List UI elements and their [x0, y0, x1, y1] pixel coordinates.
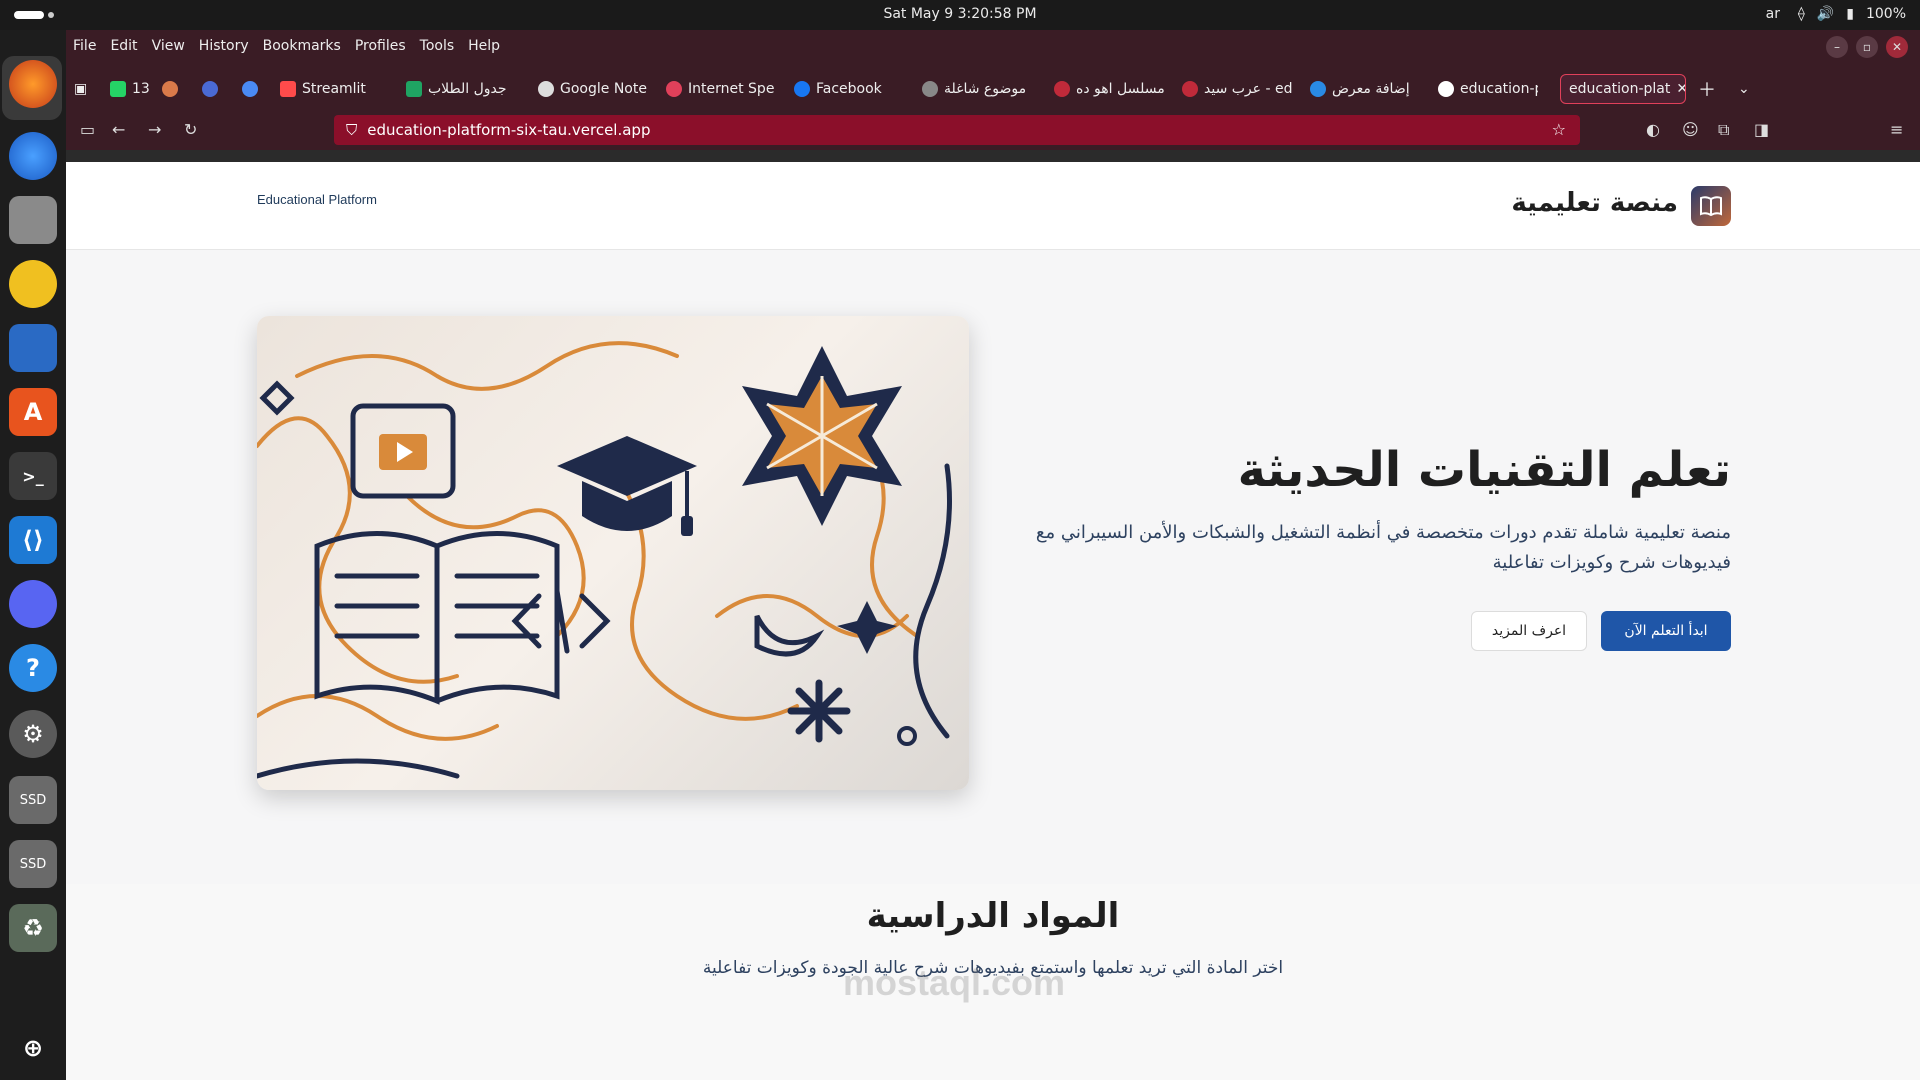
- close-window-button[interactable]: ✕: [1886, 36, 1908, 58]
- settings-icon[interactable]: ⚙: [9, 710, 57, 758]
- hero-description: منصة تعليمية شاملة تقدم دورات متخصصة في …: [1035, 522, 1731, 573]
- notebook-icon: [538, 81, 554, 97]
- tab-badge: 13: [132, 81, 150, 97]
- menu-help[interactable]: Help: [468, 38, 500, 54]
- hero-illustration: [257, 316, 969, 790]
- dock: A >_ ⟨⟩ ? ⚙ SSD SSD ♻ ⊕: [0, 30, 66, 1080]
- menu-edit[interactable]: Edit: [110, 38, 137, 54]
- extensions-icon[interactable]: ⧉: [1718, 120, 1729, 140]
- url-bar[interactable]: ⛉ education-platform-six-tau.vercel.app …: [334, 115, 1580, 145]
- sidebar-toggle-icon[interactable]: ▭: [80, 120, 95, 139]
- hamburger-menu-icon[interactable]: ≡: [1890, 120, 1903, 139]
- system-top-bar: Sat May 9 3:20:58 PM ar ⟠ 🔊 ▮ 100%: [0, 0, 1920, 30]
- bookmark-star-icon[interactable]: ☆: [1552, 120, 1566, 139]
- firefox-icon[interactable]: [9, 60, 57, 108]
- vercel-icon: [1438, 81, 1454, 97]
- maximize-button[interactable]: ▫: [1856, 36, 1878, 58]
- show-apps-icon[interactable]: ⊕: [9, 1024, 57, 1072]
- watermark: mostaql.com: [843, 962, 1066, 1003]
- forward-icon[interactable]: →: [148, 120, 161, 139]
- speed-icon: [666, 81, 682, 97]
- tab-streamlit[interactable]: Streamlit: [280, 74, 376, 104]
- menu-history[interactable]: History: [199, 38, 249, 54]
- learn-more-button[interactable]: اعرف المزيد: [1471, 611, 1587, 651]
- tab-whatsapp[interactable]: 13: [110, 74, 150, 104]
- sheets-icon: [406, 81, 422, 97]
- tab-chatgpt[interactable]: موضوع شاغلة: [922, 74, 1042, 104]
- web-page: Educational Platform منصة تعليمية تعلم ا…: [66, 162, 1920, 1080]
- tab-gemini[interactable]: [242, 74, 258, 104]
- reload-icon[interactable]: ↻: [184, 120, 197, 139]
- help-icon[interactable]: ?: [9, 644, 57, 692]
- url-text: education-platform-six-tau.vercel.app: [367, 121, 651, 139]
- battery-icon: ▮: [1846, 6, 1854, 22]
- ssd-drive-icon[interactable]: SSD: [9, 776, 57, 824]
- tab-education-1[interactable]: education-pl: [1438, 74, 1538, 104]
- brand-arabic[interactable]: منصة تعليمية: [1511, 188, 1678, 218]
- menu-view[interactable]: View: [152, 38, 185, 54]
- tab-list-chevron-icon[interactable]: ⌄: [1738, 74, 1750, 104]
- book-logo-icon[interactable]: [1691, 186, 1731, 226]
- extension-pin-icon[interactable]: ◨: [1754, 120, 1769, 139]
- battery-level: 100%: [1865, 6, 1906, 22]
- tab-bird[interactable]: [202, 74, 218, 104]
- circle-icon: [1310, 81, 1326, 97]
- tab-arabseed[interactable]: عرب سيد - ed: [1182, 74, 1298, 104]
- system-clock[interactable]: Sat May 9 3:20:58 PM: [0, 6, 1920, 22]
- claude-icon: [162, 81, 178, 97]
- tab-education-active[interactable]: education-plat✕: [1560, 74, 1686, 104]
- trash-icon[interactable]: ♻: [9, 904, 57, 952]
- discord-icon[interactable]: [9, 580, 57, 628]
- tab-internet-speed[interactable]: Internet Spe: [666, 74, 776, 104]
- menu-bookmarks[interactable]: Bookmarks: [263, 38, 341, 54]
- minimize-button[interactable]: –: [1826, 36, 1848, 58]
- shield-icon: ⛉: [346, 121, 358, 139]
- tab-claude[interactable]: [162, 74, 178, 104]
- tab-series[interactable]: مسلسل اهو ده: [1054, 74, 1170, 104]
- menu-tools[interactable]: Tools: [420, 38, 455, 54]
- education-illustration: [257, 341, 952, 779]
- new-tab-button[interactable]: ＋: [1698, 74, 1716, 104]
- vscode-icon[interactable]: ⟨⟩: [9, 516, 57, 564]
- writer-icon[interactable]: [9, 324, 57, 372]
- pin-icon-2: [1182, 81, 1198, 97]
- gemini-icon: [242, 81, 258, 97]
- start-learning-button[interactable]: ابدأ التعلم الآن: [1601, 611, 1731, 651]
- browser-window: File Edit View History Bookmarks Profile…: [66, 30, 1920, 1080]
- chatgpt-icon: [922, 81, 938, 97]
- brand-english[interactable]: Educational Platform: [257, 192, 377, 207]
- back-icon[interactable]: ←: [112, 120, 125, 139]
- thunderbird-icon[interactable]: [9, 132, 57, 180]
- hero-title: تعلم التقنيات الحديثة: [1237, 442, 1731, 498]
- whatsapp-icon: [110, 81, 126, 97]
- keyboard-language[interactable]: ar: [1766, 6, 1780, 22]
- menu-file[interactable]: File: [73, 38, 96, 54]
- tab-facebook[interactable]: Facebook: [794, 74, 904, 104]
- subjects-title: المواد الدراسية: [866, 896, 1120, 936]
- browser-menu-bar: File Edit View History Bookmarks Profile…: [66, 30, 1920, 62]
- system-tray[interactable]: ⟠ 🔊 ▮ 100%: [1798, 6, 1906, 22]
- tab-gallery[interactable]: إضافة معرض: [1310, 74, 1426, 104]
- site-header: Educational Platform منصة تعليمية: [66, 162, 1920, 250]
- navigation-bar: ▭ ← → ↻ ⛉ education-platform-six-tau.ver…: [66, 112, 1920, 150]
- menu-profiles[interactable]: Profiles: [355, 38, 406, 54]
- close-tab-icon[interactable]: ✕: [1676, 81, 1685, 97]
- tab-overview-icon[interactable]: ▣: [74, 74, 87, 104]
- files-icon[interactable]: [9, 196, 57, 244]
- tab-sheets[interactable]: جدول الطلاب: [406, 74, 506, 104]
- rhythmbox-icon[interactable]: [9, 260, 57, 308]
- streamlit-icon: [280, 81, 296, 97]
- volume-icon: 🔊: [1816, 6, 1835, 22]
- network-icon: ⟠: [1797, 6, 1805, 22]
- terminal-icon[interactable]: >_: [9, 452, 57, 500]
- ssd-drive-icon-2[interactable]: SSD: [9, 840, 57, 888]
- pin-icon: [1054, 81, 1070, 97]
- facebook-icon: [794, 81, 810, 97]
- tab-google-notebook[interactable]: Google Note: [538, 74, 648, 104]
- bird-icon: [202, 81, 218, 97]
- app-center-icon[interactable]: A: [9, 388, 57, 436]
- account-icon[interactable]: ☺: [1682, 120, 1699, 139]
- reader-mode-icon[interactable]: ◐: [1646, 120, 1660, 139]
- tab-bar: ▣ 13 Streamlit جدول الطلاب Google Note I…: [66, 62, 1920, 112]
